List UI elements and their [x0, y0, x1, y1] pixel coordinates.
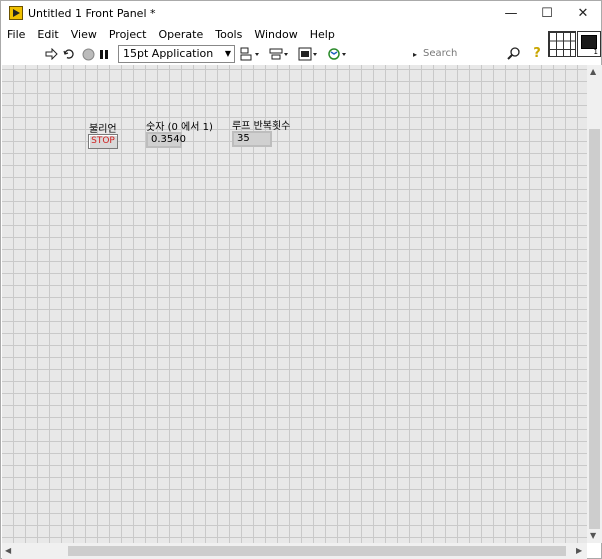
menu-bar: File Edit View Project Operate Tools Win… — [1, 25, 601, 43]
abort-icon[interactable] — [81, 46, 95, 62]
scroll-down-icon[interactable]: ▼ — [590, 531, 596, 540]
menu-edit[interactable]: Edit — [37, 28, 58, 41]
minimize-button[interactable]: — — [493, 1, 529, 25]
reorder-icon[interactable] — [327, 46, 349, 62]
vertical-scrollbar[interactable]: ▲ ▼ — [587, 65, 602, 543]
stop-button[interactable]: STOP — [88, 134, 118, 149]
horizontal-scroll-thumb[interactable] — [68, 546, 566, 556]
numeric-indicator[interactable]: 0.3540 — [146, 132, 186, 148]
run-arrow-icon[interactable] — [44, 46, 58, 62]
chevron-right-icon[interactable]: ▸ — [411, 46, 419, 62]
numeric-label: 숫자 (0 에서 1) — [146, 122, 213, 133]
resize-icon[interactable] — [298, 46, 320, 62]
vertical-scroll-thumb[interactable] — [589, 129, 600, 529]
chevron-down-icon: ▼ — [224, 49, 231, 58]
menu-tools[interactable]: Tools — [215, 28, 242, 41]
font-selector[interactable]: 15pt Application Font ▼ — [118, 45, 235, 76]
loop-count-indicator[interactable]: 35 — [232, 131, 272, 147]
menu-help[interactable]: Help — [310, 28, 335, 41]
help-icon[interactable]: ? — [530, 46, 544, 62]
scroll-left-icon[interactable]: ◀ — [5, 546, 11, 555]
horizontal-scrollbar[interactable]: ◀ ▶ — [2, 543, 587, 559]
vi-icon[interactable]: 1 — [577, 31, 601, 57]
connector-pane[interactable] — [548, 31, 576, 57]
scroll-right-icon[interactable]: ▶ — [576, 546, 582, 555]
scroll-up-icon[interactable]: ▲ — [590, 67, 596, 76]
labview-app-icon — [9, 6, 23, 20]
menu-file[interactable]: File — [7, 28, 25, 41]
distribute-icon[interactable] — [269, 46, 291, 62]
menu-view[interactable]: View — [71, 28, 97, 41]
menu-operate[interactable]: Operate — [158, 28, 203, 41]
front-panel-window: Untitled 1 Front Panel * — ☐ ✕ File Edit… — [0, 0, 602, 559]
align-icon[interactable] — [240, 46, 262, 62]
loop-count-label: 루프 반복횟수 — [232, 121, 291, 132]
pause-icon[interactable] — [98, 46, 110, 62]
search-icon[interactable] — [507, 46, 521, 60]
menu-project[interactable]: Project — [109, 28, 147, 41]
title-bar: Untitled 1 Front Panel * — ☐ ✕ — [1, 1, 601, 25]
run-continuously-icon[interactable] — [61, 46, 76, 62]
window-title: Untitled 1 Front Panel * — [28, 7, 156, 20]
boolean-label: 불리언 — [89, 124, 117, 135]
maximize-button[interactable]: ☐ — [529, 1, 565, 25]
menu-window[interactable]: Window — [254, 28, 297, 41]
close-button[interactable]: ✕ — [565, 1, 601, 25]
toolbar: 15pt Application Font ▼ ▸ Search ? — [1, 43, 547, 76]
